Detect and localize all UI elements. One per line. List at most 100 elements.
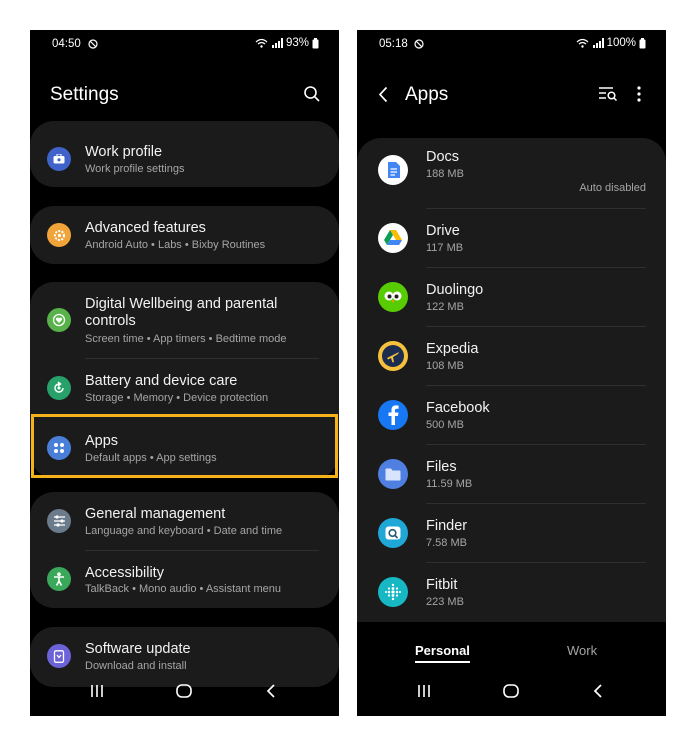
settings-screen: 04:50 93% Settings Work profile Work pro… (30, 30, 339, 716)
app-size: 500 MB (426, 419, 464, 431)
search-button[interactable] (301, 83, 323, 105)
recents-icon (91, 685, 103, 697)
item-title: Accessibility (85, 565, 164, 581)
settings-card-general: General management Language and keyboard… (30, 492, 339, 608)
navigation-bar (357, 668, 666, 716)
app-row-duolingo[interactable]: Duolingo 122 MB (357, 268, 666, 326)
item-subtitle: Language and keyboard • Date and time (85, 525, 283, 537)
item-subtitle: Android Auto • Labs • Bixby Routines (85, 239, 266, 251)
facebook-icon (378, 400, 408, 430)
tab-label: Work (567, 643, 598, 658)
person-icon (47, 567, 71, 591)
apps-highlight-frame (31, 414, 338, 478)
drive-icon (378, 223, 408, 253)
app-row-expedia[interactable]: Expedia 108 MB (357, 327, 666, 385)
back-arrow-button[interactable] (373, 83, 393, 105)
more-vertical-icon (637, 86, 641, 102)
gear-plus-icon (47, 223, 71, 247)
filter-search-button[interactable] (597, 84, 619, 104)
app-size: 122 MB (426, 301, 464, 313)
home-button[interactable] (176, 684, 192, 698)
app-row-facebook[interactable]: Facebook 500 MB (357, 386, 666, 444)
app-name: Expedia (426, 341, 479, 357)
settings-item-digital-wellbeing[interactable]: Digital Wellbeing and parental controls … (30, 282, 339, 358)
finder-icon (378, 518, 408, 548)
status-time: 05:18 (379, 38, 408, 50)
back-button[interactable] (593, 684, 603, 698)
back-button[interactable] (266, 684, 276, 698)
settings-item-accessibility[interactable]: Accessibility TalkBack • Mono audio • As… (30, 551, 339, 608)
app-name: Fitbit (426, 577, 458, 593)
page-title: Settings (50, 84, 119, 105)
dnd-icon (414, 39, 424, 49)
item-subtitle: Storage • Memory • Device protection (85, 392, 269, 404)
app-name: Duolingo (426, 282, 484, 298)
battery-percent: 93% (285, 37, 309, 49)
settings-item-advanced-features[interactable]: Advanced features Android Auto • Labs • … (30, 206, 339, 264)
settings-card-work: Work profile Work profile settings (30, 121, 339, 187)
app-size: 11.59 MB (426, 478, 473, 490)
battery-icon (639, 37, 646, 48)
app-name: Drive (426, 223, 460, 239)
settings-item-work-profile[interactable]: Work profile Work profile settings (30, 121, 339, 187)
item-subtitle: Screen time • App timers • Bedtime mode (85, 333, 287, 345)
settings-item-general-management[interactable]: General management Language and keyboard… (30, 492, 339, 550)
owl-icon (378, 282, 408, 312)
tab-label: Personal (415, 643, 470, 658)
tab-work[interactable]: Work (567, 643, 597, 658)
recent-apps-button[interactable] (417, 684, 431, 698)
page-title: Apps (405, 84, 449, 105)
settings-item-battery-care[interactable]: Battery and device care Storage • Memory… (30, 359, 339, 416)
item-title: Digital Wellbeing and parental controls (85, 296, 278, 329)
app-size: 117 MB (426, 242, 464, 254)
tab-active-indicator (415, 661, 470, 663)
home-icon (503, 684, 519, 698)
status-bar: 05:18 100% (357, 30, 666, 58)
item-title: Work profile (85, 144, 163, 160)
apps-screen: 05:18 100% Apps Docs 188 MB Auto disable… (357, 30, 666, 716)
settings-card-advanced: Advanced features Android Auto • Labs • … (30, 206, 339, 264)
app-name: Docs (426, 149, 460, 165)
dnd-icon (88, 39, 98, 49)
app-row-docs[interactable]: Docs 188 MB Auto disabled (357, 138, 666, 208)
sliders-icon (47, 509, 71, 533)
app-row-fitbit[interactable]: Fitbit 223 MB (357, 563, 666, 621)
app-size: 188 MB (426, 168, 464, 180)
refresh-icon (47, 376, 71, 400)
item-title: Battery and device care (85, 373, 238, 389)
app-row-drive[interactable]: Drive 117 MB (357, 209, 666, 267)
home-button[interactable] (503, 684, 519, 698)
fitbit-icon (378, 577, 408, 607)
item-title: Advanced features (85, 220, 206, 236)
recent-apps-button[interactable] (90, 684, 104, 698)
recents-icon (418, 685, 430, 697)
chevron-left-icon (378, 86, 388, 102)
briefcase-icon (47, 147, 71, 171)
signal-icon (271, 38, 283, 48)
app-size: 108 MB (426, 360, 464, 372)
app-name: Finder (426, 518, 468, 534)
status-bar: 04:50 93% (30, 30, 339, 58)
update-icon (47, 644, 71, 668)
back-icon (593, 684, 602, 698)
item-subtitle: TalkBack • Mono audio • Assistant menu (85, 583, 282, 595)
search-icon (304, 86, 320, 102)
wifi-icon (255, 38, 268, 48)
app-name: Facebook (426, 400, 490, 416)
status-time: 04:50 (52, 38, 81, 50)
tab-personal[interactable]: Personal (415, 643, 470, 663)
back-icon (266, 684, 275, 698)
battery-icon (312, 37, 319, 48)
app-size: 7.58 MB (426, 537, 467, 549)
more-options-button[interactable] (632, 84, 646, 104)
app-row-finder[interactable]: Finder 7.58 MB (357, 504, 666, 562)
app-status-note: Auto disabled (579, 182, 646, 194)
wifi-icon (576, 38, 589, 48)
battery-percent: 100% (606, 37, 636, 49)
app-row-files[interactable]: Files 11.59 MB (357, 445, 666, 503)
home-icon (176, 684, 192, 698)
item-title: General management (85, 506, 226, 522)
navigation-bar (30, 668, 339, 716)
app-size: 223 MB (426, 596, 464, 608)
app-name: Files (426, 459, 457, 475)
